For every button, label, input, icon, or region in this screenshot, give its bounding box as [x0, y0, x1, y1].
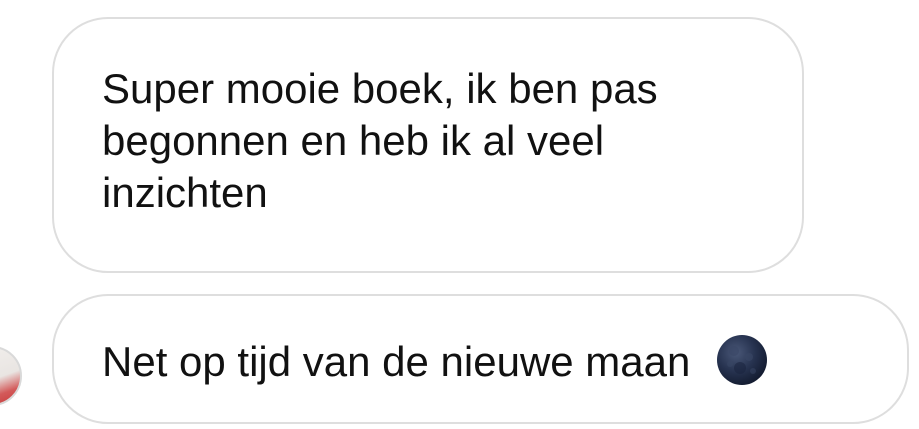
new-moon-icon [716, 334, 768, 386]
avatar[interactable] [0, 346, 22, 406]
message-bubble[interactable]: Super mooie boek, ik ben pas begonnen en… [52, 17, 804, 273]
message-bubble[interactable]: Net op tijd van de nieuwe maan [52, 294, 909, 424]
message-text: Net op tijd van de nieuwe maan [102, 338, 691, 385]
message-thread: Super mooie boek, ik ben pas begonnen en… [0, 0, 919, 429]
message-text: Super mooie boek, ik ben pas begonnen en… [102, 65, 658, 216]
